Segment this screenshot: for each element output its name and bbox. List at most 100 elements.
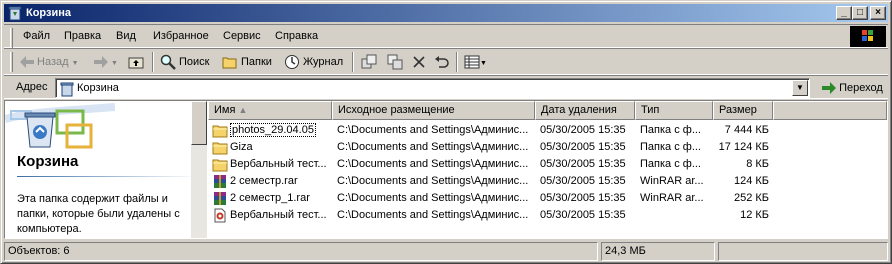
status-bar: Объектов: 6 24,3 МБ xyxy=(4,241,888,262)
undo-icon xyxy=(435,56,449,68)
file-name: Вербальный тест... xyxy=(230,158,327,170)
menu-file[interactable]: Файл xyxy=(23,30,50,42)
copy-to-button[interactable] xyxy=(387,52,403,72)
recycle-bin-large-icon xyxy=(5,101,115,151)
column-header-name[interactable]: Имя ▲ xyxy=(208,101,332,120)
menu-bar: Файл Правка Вид Избранное Сервис Справка xyxy=(4,24,888,48)
undo-button[interactable] xyxy=(434,52,450,72)
back-arrow-icon xyxy=(20,56,34,69)
history-button[interactable]: Журнал xyxy=(284,52,343,72)
minimize-button[interactable]: _ xyxy=(836,6,852,20)
file-name: Вербальный тест... xyxy=(230,209,327,221)
sort-ascending-icon: ▲ xyxy=(238,105,248,115)
address-input[interactable]: Корзина ▼ xyxy=(55,78,810,98)
status-size: 24,3 МБ xyxy=(601,242,715,261)
menu-favorites[interactable]: Избранное xyxy=(153,30,209,42)
menu-bar-grip[interactable] xyxy=(10,28,13,48)
menu-edit[interactable]: Правка xyxy=(64,30,101,42)
file-date: 05/30/2005 15:35 xyxy=(540,209,626,221)
window-title: Корзина xyxy=(26,7,71,19)
menu-help[interactable]: Справка xyxy=(275,30,318,42)
table-row[interactable]: Giza C:\Documents and Settings\Админис...… xyxy=(208,139,887,156)
folders-button[interactable]: Папки xyxy=(222,52,272,72)
file-name: photos_29.04.05 xyxy=(230,123,316,137)
status-zone xyxy=(718,242,888,261)
windows-flag-icon xyxy=(862,30,873,41)
address-dropdown-button[interactable]: ▼ xyxy=(792,80,808,96)
views-dropdown-icon: ▼ xyxy=(480,60,487,67)
file-type: Папка с ф... xyxy=(640,141,701,153)
file-size: 124 КБ xyxy=(733,175,769,187)
maximize-button[interactable]: □ xyxy=(852,6,868,20)
menu-tools[interactable]: Сервис xyxy=(223,30,261,42)
left-pane-scrollbar[interactable] xyxy=(191,101,207,238)
file-type: Папка с ф... xyxy=(640,124,701,136)
go-label: Переход xyxy=(839,82,883,94)
chevron-down-icon: ▼ xyxy=(796,83,804,92)
file-location: C:\Documents and Settings\Админис... xyxy=(337,192,529,204)
views-button[interactable]: ▼ xyxy=(464,52,487,72)
go-arrow-icon xyxy=(822,82,836,95)
copy-to-icon xyxy=(387,54,403,70)
file-size: 7 444 КБ xyxy=(724,124,769,136)
minimize-icon: _ xyxy=(841,7,847,18)
column-header-date[interactable]: Дата удаления xyxy=(535,101,635,120)
list-header: Имя ▲ Исходное размещение Дата удаления … xyxy=(208,101,887,120)
back-label: Назад xyxy=(37,56,69,68)
history-icon xyxy=(285,55,299,70)
file-type: WinRAR ar... xyxy=(640,175,704,187)
file-name: 2 семестр.rar xyxy=(230,175,298,187)
menu-view[interactable]: Вид xyxy=(116,30,136,42)
column-header-location[interactable]: Исходное размещение xyxy=(332,101,535,120)
table-row[interactable]: photos_29.04.05 C:\Documents and Settings… xyxy=(208,122,887,139)
file-type xyxy=(640,207,712,224)
move-to-icon xyxy=(361,54,377,69)
file-type: Папка с ф... xyxy=(640,158,701,170)
forward-dropdown-icon: ▼ xyxy=(111,60,118,67)
toolbar-separator xyxy=(352,52,354,72)
delete-button[interactable] xyxy=(412,52,426,72)
forward-button[interactable]: ▼ xyxy=(94,52,118,72)
table-row[interactable]: 2 семестр_1.rar C:\Documents and Settings… xyxy=(208,190,887,207)
close-button[interactable]: × xyxy=(870,6,886,20)
pane-divider xyxy=(17,176,199,177)
status-objects: Объектов: 6 xyxy=(4,242,598,261)
column-header-type[interactable]: Тип xyxy=(635,101,713,120)
column-header-size[interactable]: Размер xyxy=(713,101,773,120)
toolbar-grip[interactable] xyxy=(10,52,13,72)
search-button[interactable]: Поиск xyxy=(160,52,209,72)
close-icon: × xyxy=(875,7,881,18)
views-grid-icon xyxy=(464,55,480,69)
folders-label: Папки xyxy=(241,56,272,68)
toolbar: Назад ▼ ▼ Поиск Папки Журнал ▼ xyxy=(4,48,888,75)
file-date: 05/30/2005 15:35 xyxy=(540,141,626,153)
file-date: 05/30/2005 15:35 xyxy=(540,175,626,187)
search-icon xyxy=(160,54,176,70)
go-button[interactable]: Переход xyxy=(818,78,888,98)
table-row[interactable]: 2 семестр.rar C:\Documents and Settings\А… xyxy=(208,173,887,190)
file-location: C:\Documents and Settings\Админис... xyxy=(337,175,529,187)
content-area: Корзина Эта папка содержит файлы и папки… xyxy=(4,100,888,239)
file-type: WinRAR ar... xyxy=(640,192,704,204)
pane-description: Эта папка содержит файлы и папки, которы… xyxy=(17,193,180,235)
table-row[interactable]: Вербальный тест... C:\Documents and Setti… xyxy=(208,156,887,173)
scrollbar-thumb[interactable] xyxy=(191,101,207,145)
column-header-empty xyxy=(773,101,887,120)
file-date: 05/30/2005 15:35 xyxy=(540,192,626,204)
file-size: 17 124 КБ xyxy=(718,141,769,153)
table-row[interactable]: Вербальный тест... C:\Documents and Setti… xyxy=(208,207,887,224)
toolbar-separator xyxy=(456,52,458,72)
file-name: Giza xyxy=(230,141,253,153)
recycle-bin-icon xyxy=(8,6,22,21)
address-bar: Адрес Корзина ▼ Переход xyxy=(4,75,888,99)
up-folder-button[interactable] xyxy=(128,52,147,72)
title-bar: Корзина _ □ × xyxy=(4,4,888,22)
maximize-icon: □ xyxy=(856,7,864,18)
windows-logo xyxy=(850,26,886,47)
file-date: 05/30/2005 15:35 xyxy=(540,124,626,136)
file-location: C:\Documents and Settings\Админис... xyxy=(337,209,529,221)
move-to-button[interactable] xyxy=(361,52,377,72)
history-label: Журнал xyxy=(303,56,344,68)
file-location: C:\Documents and Settings\Админис... xyxy=(337,158,529,170)
back-button[interactable]: Назад ▼ xyxy=(20,52,79,72)
